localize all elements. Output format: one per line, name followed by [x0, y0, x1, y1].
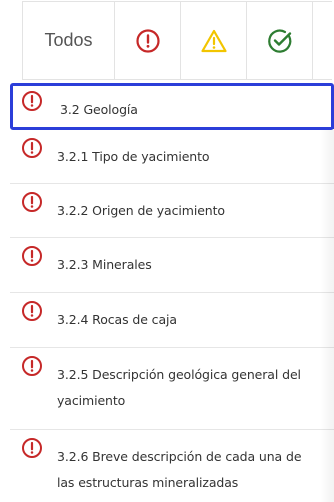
error-icon — [22, 91, 42, 111]
list-item[interactable]: 3.2.3 Minerales — [10, 238, 334, 293]
filter-ok-button[interactable] — [247, 2, 313, 79]
list-item[interactable]: 3.2 Geología — [10, 83, 334, 130]
filter-warning-button[interactable] — [181, 2, 247, 79]
list-item[interactable]: 3.2.6 Breve descripción de cada una de l… — [10, 430, 334, 502]
list-item-label: 3.2.4 Rocas de caja — [57, 312, 177, 327]
error-icon — [22, 192, 42, 212]
selection-connector — [320, 127, 334, 129]
check-circle-icon — [267, 29, 291, 53]
validation-panel: Todos 3.2 Geología 3.2.1 Tipo de yacimie… — [0, 0, 334, 502]
filter-all-label: Todos — [44, 30, 93, 50]
list-item-label: 3.2.3 Minerales — [57, 257, 152, 272]
error-icon — [22, 438, 42, 458]
list-item-label: 3.2.5 Descripción geológica general del … — [57, 367, 301, 408]
list-item[interactable]: 3.2.5 Descripción geológica general del … — [10, 348, 334, 430]
error-icon — [22, 138, 42, 158]
list-item[interactable]: 3.2.4 Rocas de caja — [10, 293, 334, 348]
exclamation-circle-icon — [135, 28, 160, 53]
list-item-label: 3.2 Geología — [60, 102, 138, 117]
list-item[interactable]: 3.2.2 Origen de yacimiento — [10, 184, 334, 238]
filter-all-button[interactable]: Todos — [23, 2, 115, 79]
list-item-label: 3.2.2 Origen de yacimiento — [57, 203, 225, 218]
list-item-label: 3.2.1 Tipo de yacimiento — [57, 149, 210, 164]
status-filter-bar: Todos — [22, 1, 332, 80]
panel-edge-shadow — [320, 130, 334, 502]
list-item-label: 3.2.6 Breve descripción de cada una de l… — [57, 449, 302, 490]
warning-triangle-icon — [200, 29, 227, 52]
filter-error-button[interactable] — [115, 2, 181, 79]
list-item[interactable]: 3.2.1 Tipo de yacimiento — [10, 130, 334, 184]
section-list: 3.2 Geología 3.2.1 Tipo de yacimiento 3.… — [10, 83, 334, 502]
error-icon — [22, 246, 42, 266]
error-icon — [22, 356, 42, 376]
error-icon — [22, 301, 42, 321]
